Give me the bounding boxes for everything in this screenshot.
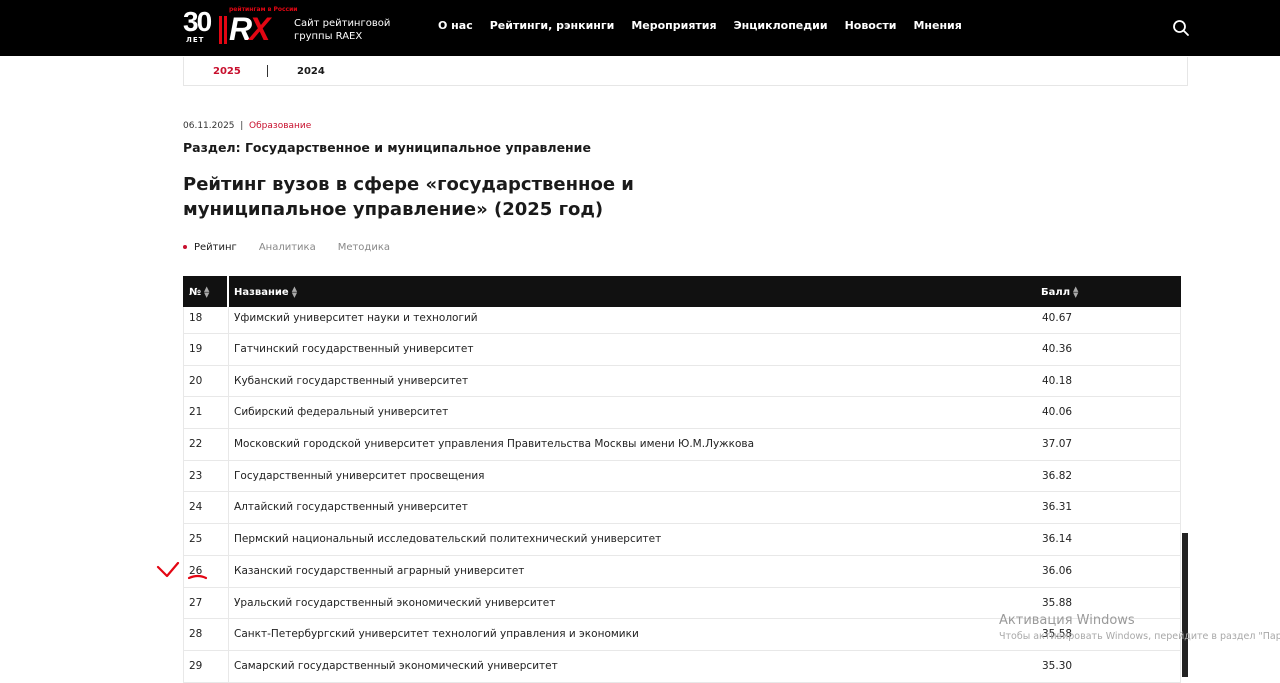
logo-30: 30: [183, 6, 212, 37]
year-selector: 2025 2024: [183, 57, 1188, 86]
table-row: 22 Московский городской университет управ…: [183, 429, 1181, 461]
row-rank: 28: [189, 628, 203, 641]
row-university-name: Государственный университет просвещения: [234, 469, 485, 482]
row-divider: [228, 365, 229, 397]
row-rank: 27: [189, 596, 203, 609]
year-tab-2024[interactable]: 2024: [297, 66, 325, 77]
table-row: 29 Самарский государственный экономически…: [183, 650, 1181, 683]
row-rank: 24: [189, 501, 203, 514]
article-category-link[interactable]: Образование: [249, 121, 311, 131]
logo-let: ЛЕТ: [186, 36, 205, 44]
row-rank: 23: [189, 469, 203, 482]
table-row: 21 Сибирский федеральный университет 40.06: [183, 397, 1181, 430]
table-row: 26 Казанский государственный аграрный уни…: [183, 555, 1181, 588]
article-meta: 06.11.2025 | Образование: [183, 121, 311, 131]
row-divider: [228, 619, 229, 650]
table-row: 18 Уфимский университет науки и технологи…: [183, 307, 1181, 334]
windows-activation-title: Активация Windows: [999, 613, 1135, 628]
row-university-name: Уральский государственный экономический …: [234, 596, 556, 609]
row-university-name: Сибирский федеральный университет: [234, 406, 449, 419]
column-header-name[interactable]: Название ▲ ▼: [234, 285, 298, 299]
row-university-name: Самарский государственный экономический …: [234, 659, 558, 672]
row-university-name: Кубанский государственный университет: [234, 374, 469, 387]
table-header: № ▲ ▼ Название ▲ ▼ Балл ▲ ▼: [183, 276, 1181, 307]
year-tab-2025[interactable]: 2025: [213, 66, 241, 77]
row-score: 35.30: [1042, 659, 1073, 672]
row-score: 40.06: [1042, 406, 1073, 419]
nav-ratings[interactable]: Рейтинги, рэнкинги: [490, 19, 615, 32]
search-icon[interactable]: [1172, 19, 1190, 37]
table-row: 20 Кубанский государственный университет 4…: [183, 365, 1181, 398]
row-score: 40.36: [1042, 343, 1073, 355]
meta-separator: |: [240, 121, 244, 131]
row-university-name: Санкт-Петербургский университет технолог…: [234, 628, 639, 641]
row-divider: [228, 429, 229, 460]
logo-rx: RX: [229, 11, 271, 47]
tab-analytics[interactable]: Аналитика: [259, 242, 316, 253]
table-row: 19 Гатчинский государственный университет…: [183, 334, 1181, 366]
column-header-score[interactable]: Балл ▲ ▼: [1041, 285, 1079, 299]
year-divider: [267, 65, 268, 77]
row-rank: 22: [189, 438, 203, 451]
row-score: 37.07: [1042, 438, 1073, 451]
content-tabs: Рейтинг Аналитика Методика: [183, 242, 390, 253]
table-row: 23 Государственный университет просвещени…: [183, 460, 1181, 493]
windows-activation-text: Чтобы активировать Windows, перейдите в …: [999, 631, 1280, 642]
main-nav: О нас Рейтинги, рэнкинги Мероприятия Энц…: [438, 19, 962, 32]
logo-bar: [224, 16, 227, 44]
nav-opinions[interactable]: Мнения: [913, 19, 961, 32]
column-header-num[interactable]: № ▲ ▼: [189, 285, 210, 299]
row-rank: 20: [189, 374, 203, 387]
row-divider: [228, 307, 229, 333]
nav-about[interactable]: О нас: [438, 19, 473, 32]
row-rank: 25: [189, 533, 203, 546]
row-rank: 21: [189, 406, 203, 419]
top-navigation-bar: 30 ЛЕТ рейтингам в России RX Сайт рейтин…: [0, 0, 1280, 56]
row-divider: [228, 587, 229, 619]
handwritten-checkmark-icon: [156, 562, 208, 580]
scrollbar-thumb[interactable]: [1182, 533, 1188, 677]
row-university-name: Уфимский университет науки и технологий: [234, 312, 478, 324]
row-divider: [228, 397, 229, 429]
row-university-name: Алтайский государственный университет: [234, 501, 468, 514]
nav-news[interactable]: Новости: [845, 19, 897, 32]
row-score: 36.06: [1042, 564, 1073, 577]
sort-icon: ▲ ▼: [204, 285, 210, 299]
logo-bar: [219, 16, 222, 44]
row-university-name: Казанский государственный аграрный униве…: [234, 564, 525, 577]
article-date: 06.11.2025: [183, 121, 235, 131]
page-title: Рейтинг вузов в сфере «государственное и…: [183, 174, 634, 220]
row-rank: 29: [189, 659, 203, 672]
row-score: 40.67: [1042, 312, 1073, 324]
row-score: 35.88: [1042, 596, 1073, 609]
table-row: 24 Алтайский государственный университет 3…: [183, 492, 1181, 525]
sort-icon: ▲ ▼: [1073, 285, 1079, 299]
row-university-name: Пермский национальный исследовательский …: [234, 533, 662, 546]
row-score: 40.18: [1042, 374, 1073, 387]
row-divider: [228, 334, 229, 365]
row-university-name: Московский городской университет управле…: [234, 438, 755, 451]
sort-icon: ▲ ▼: [291, 285, 298, 299]
row-university-name: Гатчинский государственный университет: [234, 343, 474, 355]
header-divider: [227, 276, 229, 307]
row-divider: [228, 524, 229, 555]
nav-encyclopedias[interactable]: Энциклопедии: [734, 19, 828, 32]
nav-events[interactable]: Мероприятия: [631, 19, 716, 32]
row-divider: [228, 460, 229, 492]
tab-methodology[interactable]: Методика: [338, 242, 390, 253]
row-rank: 18: [189, 312, 203, 324]
raex-logo[interactable]: 30 ЛЕТ рейтингам в России RX: [183, 6, 298, 47]
table-row: 25 Пермский национальный исследовательски…: [183, 524, 1181, 556]
section-label: Раздел: Государственное и муниципальное …: [183, 140, 591, 155]
row-score: 36.14: [1042, 533, 1073, 546]
row-score: 36.31: [1042, 501, 1073, 514]
site-tagline: Сайт рейтинговой группы RAEX: [294, 18, 391, 42]
tab-rating[interactable]: Рейтинг: [183, 242, 237, 253]
row-divider: [228, 492, 229, 524]
row-rank: 19: [189, 343, 203, 355]
row-divider: [228, 555, 229, 587]
row-score: 36.82: [1042, 469, 1073, 482]
